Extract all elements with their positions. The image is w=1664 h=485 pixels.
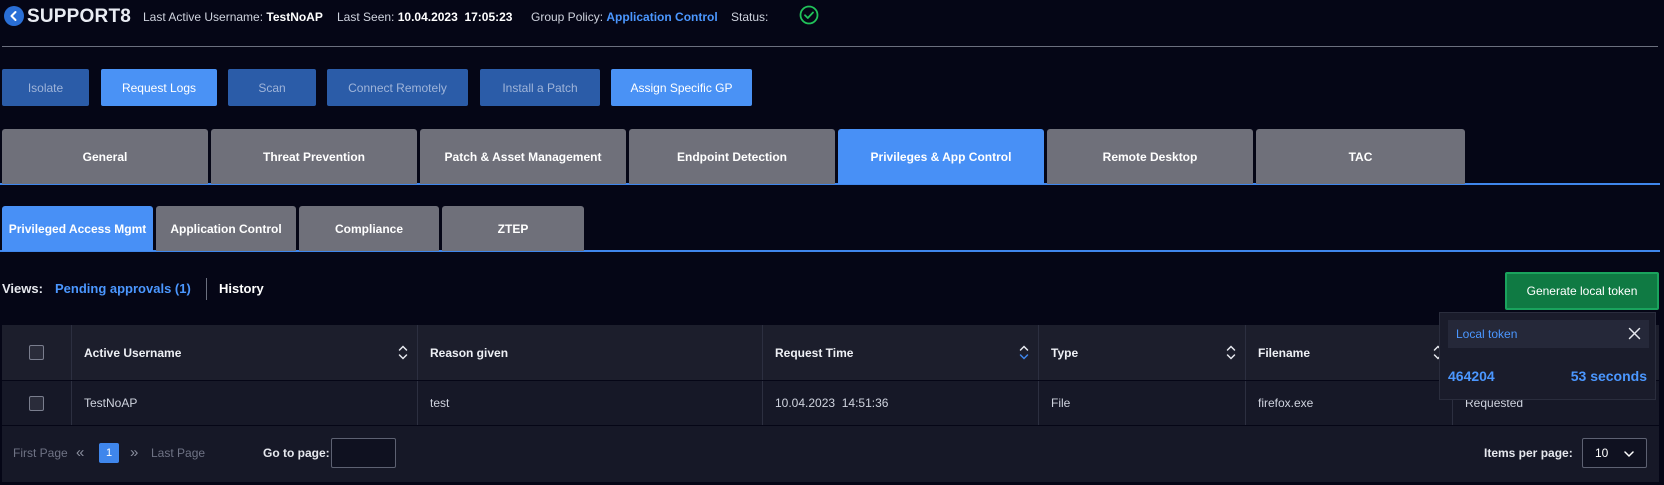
connect-remotely-button[interactable]: Connect Remotely xyxy=(327,69,468,106)
items-per-page-select[interactable]: 10 xyxy=(1582,438,1647,468)
back-button[interactable] xyxy=(4,6,24,26)
chevron-left-icon xyxy=(10,11,17,21)
column-type[interactable]: Type xyxy=(1039,325,1246,380)
cell-username: TestNoAP xyxy=(72,381,418,425)
double-chevron-right-icon[interactable]: » xyxy=(130,444,138,461)
column-filename[interactable]: Filename xyxy=(1246,325,1453,380)
local-token-popup: Local token 464204 53 seconds xyxy=(1439,312,1656,400)
table-row[interactable]: TestNoAP test 10.04.2023 14:51:36 File f… xyxy=(2,381,1659,425)
column-label: Filename xyxy=(1258,345,1311,360)
tab-endpoint-detection[interactable]: Endpoint Detection xyxy=(629,129,835,184)
last-active-username: Last Active Username: TestNoAP xyxy=(143,10,323,24)
first-page-link[interactable]: First Page xyxy=(13,446,68,460)
cell-type: File xyxy=(1039,381,1246,425)
row-select-cell xyxy=(2,381,72,425)
generate-local-token-button[interactable]: Generate local token xyxy=(1505,272,1659,310)
last-seen: Last Seen: 10.04.2023 17:05:23 xyxy=(337,10,512,24)
table-header: Active Username Reason given Request Tim… xyxy=(2,325,1659,380)
sort-icon[interactable] xyxy=(1019,344,1029,361)
column-reason-given: Reason given xyxy=(418,325,763,380)
column-request-time[interactable]: Request Time xyxy=(763,325,1039,380)
cell-text: File xyxy=(1051,396,1071,410)
last-active-label: Last Active Username: xyxy=(143,10,264,24)
tab-general[interactable]: General xyxy=(2,129,208,184)
tab-remote-desktop[interactable]: Remote Desktop xyxy=(1047,129,1253,184)
cell-text: firefox.exe xyxy=(1258,396,1314,410)
sort-icon[interactable] xyxy=(398,344,408,361)
cell-text: test xyxy=(430,396,450,410)
last-seen-label: Last Seen: xyxy=(337,10,395,24)
group-policy-link[interactable]: Application Control xyxy=(606,10,717,24)
column-label: Type xyxy=(1051,345,1079,360)
row-checkbox[interactable] xyxy=(29,395,44,411)
local-token-code: 464204 xyxy=(1448,368,1495,384)
view-pending-approvals[interactable]: Pending approvals (1) xyxy=(55,281,191,296)
close-icon[interactable] xyxy=(1628,327,1641,340)
assign-gp-button[interactable]: Assign Specific GP xyxy=(611,69,752,106)
select-all-cell xyxy=(2,325,72,380)
column-active-username[interactable]: Active Username xyxy=(72,325,418,380)
cell-text: 10.04.2023 14:51:36 xyxy=(775,396,889,410)
cell-text: TestNoAP xyxy=(84,396,138,410)
views-label: Views: xyxy=(2,281,43,296)
subtab-privileged-access-mgmt[interactable]: Privileged Access Mgmt xyxy=(2,206,153,251)
subtab-compliance[interactable]: Compliance xyxy=(299,206,439,251)
double-chevron-left-icon[interactable]: « xyxy=(76,444,84,461)
isolate-button[interactable]: Isolate xyxy=(2,69,89,106)
views-divider xyxy=(206,278,207,300)
last-active-value: TestNoAP xyxy=(266,10,323,24)
column-label: Request Time xyxy=(775,345,854,360)
request-logs-button[interactable]: Request Logs xyxy=(101,69,217,106)
cell-filename: firefox.exe xyxy=(1246,381,1453,425)
sort-icon[interactable] xyxy=(1226,344,1236,361)
local-token-header: Local token xyxy=(1448,320,1649,348)
cell-reason: test xyxy=(418,381,763,425)
items-per-page-label: Items per page: xyxy=(1484,446,1573,460)
tab-privileges-app-control[interactable]: Privileges & App Control xyxy=(838,129,1044,184)
status-label: Status: xyxy=(731,10,769,24)
tab-patch-asset-management[interactable]: Patch & Asset Management xyxy=(420,129,626,184)
page-number-current[interactable]: 1 xyxy=(99,443,119,463)
device-header: SUPPORT8 Last Active Username: TestNoAP … xyxy=(0,0,1664,32)
subtab-application-control[interactable]: Application Control xyxy=(156,206,296,251)
last-seen-value: 10.04.2023 17:05:23 xyxy=(397,10,513,24)
cell-request-time: 10.04.2023 14:51:36 xyxy=(763,381,1039,425)
header-divider xyxy=(2,46,1658,47)
sub-tabs: Privileged Access Mgmt Application Contr… xyxy=(0,205,1660,252)
main-tabs: General Threat Prevention Patch & Asset … xyxy=(0,128,1660,185)
subtab-ztep[interactable]: ZTEP xyxy=(442,206,584,251)
select-all-checkbox[interactable] xyxy=(29,345,44,360)
column-label: Reason given xyxy=(430,345,509,360)
goto-page-label: Go to page: xyxy=(263,446,330,460)
chevron-down-icon xyxy=(1624,451,1634,458)
goto-page-input[interactable] xyxy=(331,438,396,468)
device-name: SUPPORT8 xyxy=(27,6,132,27)
check-circle-icon xyxy=(799,5,819,25)
last-page-link[interactable]: Last Page xyxy=(151,446,205,460)
group-policy-label: Group Policy: xyxy=(531,10,604,24)
install-patch-button[interactable]: Install a Patch xyxy=(480,69,600,106)
group-policy: Group Policy: Application Control xyxy=(531,10,718,24)
items-per-page-value: 10 xyxy=(1595,446,1609,460)
tab-tac[interactable]: TAC xyxy=(1256,129,1465,184)
tab-threat-prevention[interactable]: Threat Prevention xyxy=(211,129,417,184)
column-label: Active Username xyxy=(84,345,182,360)
pagination-bar: First Page « 1 » Last Page Go to page: I… xyxy=(2,426,1659,482)
scan-button[interactable]: Scan xyxy=(228,69,316,106)
local-token-expiry: 53 seconds xyxy=(1570,368,1647,384)
view-history[interactable]: History xyxy=(219,281,264,296)
local-token-title: Local token xyxy=(1456,327,1518,341)
